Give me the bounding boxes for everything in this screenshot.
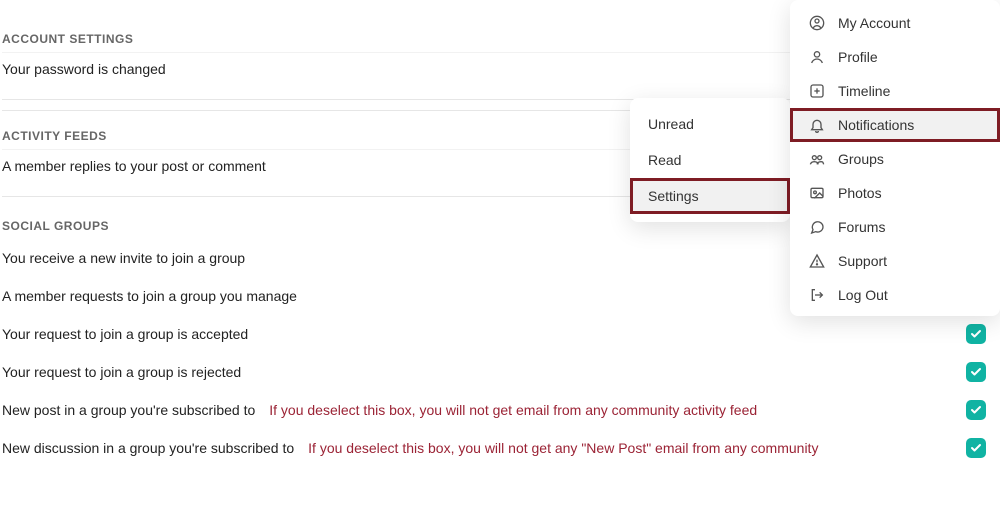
notifications-tab-menu: Unread Read Settings — [630, 98, 790, 222]
row-label: A member replies to your post or comment — [2, 158, 266, 174]
plus-box-icon — [808, 82, 826, 100]
row-label: Your request to join a group is accepted — [2, 326, 248, 342]
menu-item-notifications[interactable]: Notifications — [790, 108, 1000, 142]
menu-item-log-out[interactable]: Log Out — [790, 278, 1000, 312]
chat-icon — [808, 218, 826, 236]
menu-label: Groups — [838, 151, 884, 167]
alert-icon — [808, 252, 826, 270]
menu-item-timeline[interactable]: Timeline — [790, 74, 1000, 108]
row-label: Your password is changed — [2, 61, 166, 77]
menu-label: Support — [838, 253, 887, 269]
setting-row: New discussion in a group you're subscri… — [2, 429, 1000, 467]
setting-row: Your request to join a group is rejected — [2, 353, 1000, 391]
menu-item-settings[interactable]: Settings — [630, 178, 790, 214]
row-label: New post in a group you're subscribed to — [2, 402, 255, 418]
row-label: A member requests to join a group you ma… — [2, 288, 297, 304]
bell-icon — [808, 116, 826, 134]
user-dropdown-menu: My Account Profile Timeline Notification… — [790, 0, 1000, 316]
menu-label: Timeline — [838, 83, 890, 99]
user-icon — [808, 48, 826, 66]
menu-label: My Account — [838, 15, 910, 31]
menu-item-unread[interactable]: Unread — [630, 106, 790, 142]
menu-label: Notifications — [838, 117, 914, 133]
menu-label: Log Out — [838, 287, 888, 303]
menu-item-read[interactable]: Read — [630, 142, 790, 178]
menu-label: Forums — [838, 219, 885, 235]
groups-icon — [808, 150, 826, 168]
row-label: Your request to join a group is rejected — [2, 364, 241, 380]
menu-item-support[interactable]: Support — [790, 244, 1000, 278]
photos-icon — [808, 184, 826, 202]
menu-item-forums[interactable]: Forums — [790, 210, 1000, 244]
checkbox-toggle[interactable] — [966, 362, 986, 382]
menu-item-profile[interactable]: Profile — [790, 40, 1000, 74]
menu-label: Profile — [838, 49, 878, 65]
annotation-text: If you deselect this box, you will not g… — [269, 402, 757, 418]
row-label: You receive a new invite to join a group — [2, 250, 245, 266]
setting-row: Your request to join a group is accepted — [2, 315, 1000, 353]
checkbox-toggle[interactable] — [966, 400, 986, 420]
logout-icon — [808, 286, 826, 304]
menu-item-groups[interactable]: Groups — [790, 142, 1000, 176]
user-circle-icon — [808, 14, 826, 32]
checkbox-toggle[interactable] — [966, 438, 986, 458]
annotation-text: If you deselect this box, you will not g… — [308, 440, 818, 456]
menu-label: Photos — [838, 185, 882, 201]
menu-item-my-account[interactable]: My Account — [790, 6, 1000, 40]
checkbox-toggle[interactable] — [966, 324, 986, 344]
menu-item-photos[interactable]: Photos — [790, 176, 1000, 210]
setting-row: New post in a group you're subscribed to… — [2, 391, 1000, 429]
row-label: New discussion in a group you're subscri… — [2, 440, 294, 456]
